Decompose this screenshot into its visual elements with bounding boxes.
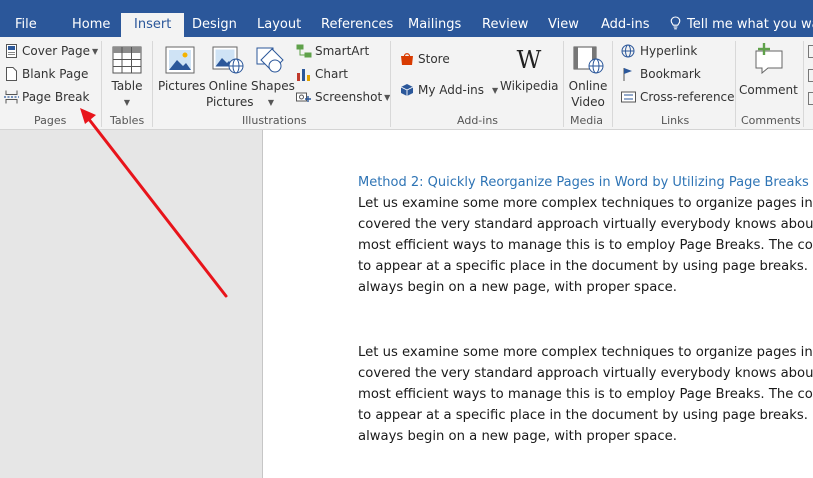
group-label-comments: Comments [741,114,801,127]
wikipedia-label: Wikipedia [500,79,559,93]
group-divider [803,41,804,127]
group-label-illustrations: Illustrations [242,114,307,127]
tab-view[interactable]: View [548,17,579,37]
tab-home[interactable]: Home [72,17,110,37]
group-divider [735,41,736,127]
screenshot-icon [296,92,311,102]
group-divider [390,41,391,127]
chart-icon [297,69,310,81]
online-video-button[interactable]: Online Video [566,46,610,110]
page-break-label: Page Break [22,90,90,104]
smartart-label: SmartArt [315,44,370,58]
wikipedia-icon: W [516,46,542,74]
pictures-icon [165,46,195,74]
header-icon-partial[interactable] [808,45,813,58]
bookmark-label: Bookmark [640,67,701,81]
tab-review[interactable]: Review [482,17,528,37]
table-button[interactable]: Table ▼ [110,46,144,111]
group-label-tables: Tables [110,114,145,127]
group-divider [101,41,102,127]
document-gray-margin [0,130,262,478]
online-pictures-label-line2: Pictures [206,95,254,109]
chart-label: Chart [315,67,348,81]
tab-mailings[interactable]: Mailings [408,17,461,37]
chevron-down-icon: ▼ [267,98,275,107]
ribbon-tab-bar: File Home Insert Design Layout Reference… [0,0,813,37]
comment-icon [755,43,783,74]
pictures-label: Pictures [158,79,206,93]
tab-design[interactable]: Design [192,17,237,37]
paragraph-line: always begin on a new page, with proper … [358,429,677,444]
group-divider [612,41,613,127]
ribbon: Cover Page ▼ Blank Page Page Break Pages … [0,37,813,130]
group-label-media: Media [570,114,604,127]
group-label-addins: Add-ins [457,114,499,127]
comment-label: Comment [739,83,798,97]
blank-page-label: Blank Page [22,67,89,81]
tell-me-box[interactable]: Tell me what you want [670,16,813,32]
my-addins-icon [400,84,414,96]
paragraph-line: Let us examine some more complex techniq… [358,345,813,360]
cross-reference-label: Cross-reference [640,90,735,104]
paragraph-line: covered the very standard approach virtu… [358,366,813,381]
document-heading: Method 2: Quickly Reorganize Pages in Wo… [358,175,809,190]
online-pictures-label-line1: Online [208,79,248,93]
comment-button[interactable]: Comment [739,42,798,98]
cover-page-label: Cover Page [22,44,91,58]
chevron-down-icon: ▼ [123,98,131,107]
page-number-icon-partial[interactable] [808,92,813,105]
online-video-label-line2: Video [571,95,605,109]
tab-file[interactable]: File [15,17,37,37]
table-icon [112,46,142,74]
shapes-label: Shapes [251,79,295,93]
chevron-down-icon: ▼ [92,47,99,56]
online-pictures-button[interactable]: Online Pictures [206,46,254,110]
shapes-button[interactable]: Shapes ▼ [251,46,295,111]
tab-addins[interactable]: Add-ins [601,17,649,37]
table-label: Table [111,79,143,93]
store-icon [401,53,413,65]
paragraph-line: covered the very standard approach virtu… [358,217,813,232]
group-label-pages: Pages [34,114,67,127]
paragraph-line: always begin on a new page, with proper … [358,280,677,295]
paragraph-line: to appear at a specific place in the doc… [358,259,808,274]
chevron-down-icon: ▼ [492,86,499,95]
cross-reference-icon [621,91,636,103]
footer-icon-partial[interactable] [808,69,813,82]
my-addins-label: My Add-ins [418,83,485,97]
shapes-icon [256,47,284,73]
paragraph-line: most efficient ways to manage this is to… [358,238,813,253]
group-divider [152,41,153,127]
screenshot-label: Screenshot [315,90,383,104]
tell-me-label: Tell me what you want [687,17,813,32]
bookmark-icon [623,68,632,81]
cover-page-icon [6,44,17,58]
online-pictures-icon [212,46,244,74]
hyperlink-label: Hyperlink [640,44,698,58]
paragraph: Let us examine some more complex techniq… [358,342,813,447]
document-page[interactable]: Method 2: Quickly Reorganize Pages in Wo… [263,130,813,478]
group-label-links: Links [661,114,690,127]
tab-references[interactable]: References [321,17,393,37]
hyperlink-icon [621,44,635,58]
tab-insert[interactable]: Insert [121,13,185,37]
pictures-button[interactable]: Pictures [158,46,206,94]
online-video-icon [573,46,604,74]
paragraph-line: Let us examine some more complex techniq… [358,196,813,211]
lightbulb-icon [670,16,681,30]
group-divider [563,41,564,127]
paragraph: Let us examine some more complex techniq… [358,193,813,298]
smartart-icon [296,44,312,58]
paragraph-line: most efficient ways to manage this is to… [358,387,813,402]
paragraph-line: to appear at a specific place in the doc… [358,408,808,423]
wikipedia-button[interactable]: W Wikipedia [500,46,559,94]
page-break-icon [4,90,19,104]
store-label: Store [418,52,450,66]
blank-page-icon [6,67,17,81]
online-video-label-line1: Online [568,79,608,93]
tab-layout[interactable]: Layout [257,17,301,37]
